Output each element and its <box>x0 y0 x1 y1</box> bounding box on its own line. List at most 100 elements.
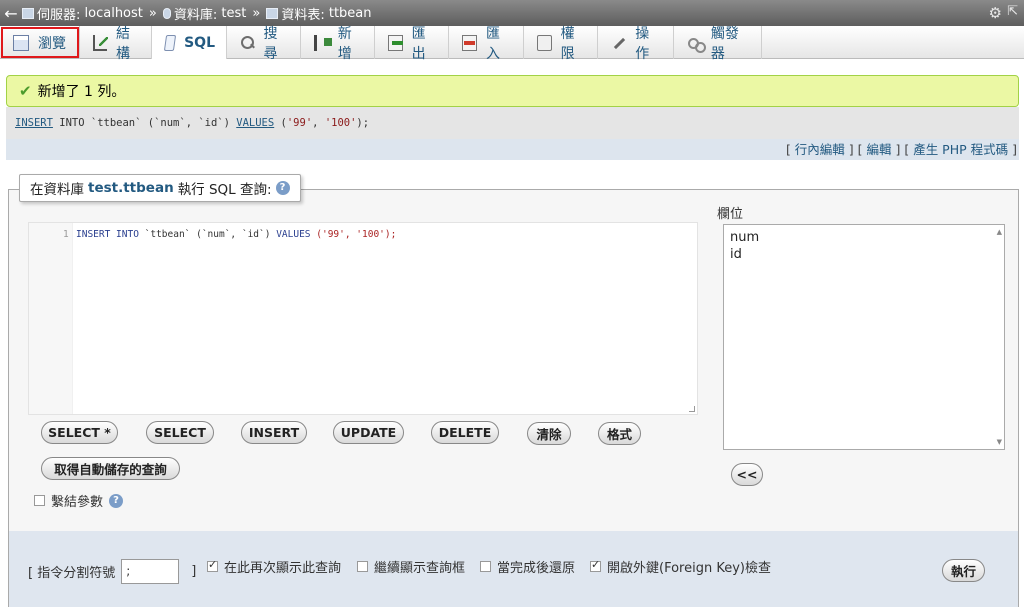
executed-query: INSERT INTO `ttbean` (`num`, `id`) VALUE… <box>6 107 1019 139</box>
bracket: ] <box>1008 142 1017 157</box>
delimiter-input[interactable]: ; <box>121 559 180 584</box>
editor-gutter <box>29 223 73 414</box>
breadcrumb-server[interactable]: 伺服器: localhost <box>22 4 143 23</box>
check-icon: ✔ <box>19 82 32 100</box>
get-autosaved-query-button[interactable]: 取得自動儲存的查詢 <box>41 457 180 480</box>
column-option[interactable]: id <box>730 246 998 263</box>
table-icon <box>266 7 279 19</box>
insert-button[interactable]: INSERT <box>241 421 307 444</box>
sql-query-legend: 在資料庫 test.ttbean 執行 SQL 查詢: ? <box>19 174 301 202</box>
rollback-label: 當完成後還原 <box>497 561 576 576</box>
bracket: [ <box>785 142 795 157</box>
breadcrumb-bar: ← 伺服器: localhost » 資料庫: test » 資料表: ttbe… <box>0 0 1024 26</box>
import-icon <box>462 34 477 51</box>
database-icon <box>162 7 171 19</box>
foreign-key-checks-checkbox[interactable] <box>590 558 601 572</box>
legend-table: test.ttbean <box>88 180 174 196</box>
foreign-key-checks-label: 開啟外鍵(Foreign Key)檢查 <box>607 561 771 576</box>
tab-insert-label: 新增 <box>337 25 352 62</box>
scroll-down-icon[interactable]: ▼ <box>997 438 1002 446</box>
go-button[interactable]: 執行 <box>942 559 985 582</box>
show-query-again-option[interactable]: 在此再次顯示此查詢 <box>207 557 341 576</box>
columns-list[interactable]: num id ▲ ▼ <box>723 224 1005 450</box>
success-message: 新增了 1 列。 <box>37 84 126 100</box>
delimiter-label: [ 指令分割符號 <box>28 566 116 581</box>
tab-sql-label: SQL <box>184 34 215 51</box>
delete-button[interactable]: DELETE <box>431 421 499 444</box>
breadcrumb-database-name: test <box>221 5 247 21</box>
rollback-option[interactable]: 當完成後還原 <box>480 557 575 576</box>
bracket: ] [ <box>844 142 867 157</box>
tab-search[interactable]: 搜尋 <box>227 26 301 62</box>
tab-operations-label: 操作 <box>635 25 650 62</box>
show-query-again-checkbox[interactable] <box>207 558 218 572</box>
sql-editor[interactable]: 1 INSERT INTO `ttbean` (`num`, `id`) VAL… <box>28 222 698 415</box>
resize-handle-icon[interactable] <box>689 406 695 412</box>
columns-label: 欄位 <box>717 207 744 222</box>
insert-column-button[interactable]: << <box>731 463 763 486</box>
rollback-checkbox[interactable] <box>480 561 491 572</box>
select-star-button[interactable]: SELECT * <box>41 421 118 444</box>
query-keyword-values[interactable]: VALUES <box>236 117 274 129</box>
collapse-icon[interactable]: ⇱ <box>1007 4 1018 19</box>
sql-icon <box>163 34 177 51</box>
back-arrow-icon[interactable]: ← <box>0 4 22 23</box>
tab-triggers[interactable]: 觸發器 <box>674 26 762 62</box>
tab-browse[interactable]: 瀏覽 <box>0 26 80 59</box>
clear-button[interactable]: 清除 <box>527 422 571 445</box>
breadcrumb-separator: » <box>252 5 261 21</box>
export-icon <box>388 34 403 51</box>
tab-structure[interactable]: 結構 <box>80 26 152 62</box>
code-table: `ttbean` (`num`, `id`) <box>138 229 277 240</box>
breadcrumb-server-name: localhost <box>84 5 143 21</box>
browse-icon <box>13 34 29 51</box>
code-keyword: INSERT INTO <box>76 229 139 240</box>
success-notice: ✔ 新增了 1 列。 <box>6 75 1019 107</box>
query-into: INTO `ttbean` (`num`, `id`) <box>52 117 237 129</box>
tab-import[interactable]: 匯入 <box>449 26 524 62</box>
query-keyword-insert[interactable]: INSERT <box>15 117 53 129</box>
query-value-1: '99' <box>286 117 313 129</box>
server-icon <box>22 7 34 19</box>
foreign-key-checks-option[interactable]: 開啟外鍵(Foreign Key)檢查 <box>590 557 771 576</box>
scroll-up-icon[interactable]: ▲ <box>997 228 1002 236</box>
tab-import-label: 匯入 <box>486 25 500 62</box>
breadcrumb-table-name: ttbean <box>328 5 372 21</box>
inline-edit-link[interactable]: 行內編輯 <box>795 142 845 157</box>
breadcrumb-table[interactable]: 資料表: ttbean <box>266 4 372 23</box>
help-icon[interactable]: ? <box>109 493 124 508</box>
retain-query-box-option[interactable]: 繼續顯示查詢框 <box>357 557 465 576</box>
query-value-2: '100' <box>324 117 357 129</box>
tab-export[interactable]: 匯出 <box>375 26 449 62</box>
tab-sql[interactable]: SQL <box>152 26 227 59</box>
breadcrumb-database[interactable]: 資料庫: test <box>162 4 247 23</box>
create-php-code-link[interactable]: 產生 PHP 程式碼 <box>913 142 1008 157</box>
bind-parameters-label: 繫結參數 <box>51 495 104 510</box>
help-icon[interactable]: ? <box>275 181 290 195</box>
privileges-icon <box>537 34 552 51</box>
sql-code[interactable]: INSERT INTO `ttbean` (`num`, `id`) VALUE… <box>76 229 396 240</box>
column-option[interactable]: num <box>730 229 998 246</box>
bind-parameters-checkbox[interactable] <box>34 495 45 506</box>
search-icon <box>240 35 255 51</box>
edit-link[interactable]: 編輯 <box>867 142 892 157</box>
select-button[interactable]: SELECT <box>146 421 214 444</box>
tab-privileges[interactable]: 權限 <box>524 26 598 62</box>
retain-query-box-checkbox[interactable] <box>357 561 368 572</box>
gear-icon[interactable]: ⚙ <box>989 4 1002 22</box>
format-button[interactable]: 格式 <box>598 422 641 445</box>
breadcrumb-server-label: 伺服器: <box>37 7 81 23</box>
breadcrumb-table-label: 資料表: <box>281 7 325 23</box>
query-close: ); <box>356 117 370 129</box>
bind-parameters-option[interactable]: 繫結參數 ? <box>34 491 124 510</box>
tab-operations[interactable]: 操作 <box>598 26 674 62</box>
tab-triggers-label: 觸發器 <box>710 25 739 62</box>
tab-export-label: 匯出 <box>411 25 426 62</box>
code-values: ('99', '100'); <box>310 229 397 240</box>
tab-privileges-label: 權限 <box>560 25 575 62</box>
insert-icon <box>314 34 332 51</box>
breadcrumb: 伺服器: localhost » 資料庫: test » 資料表: ttbean <box>22 4 372 23</box>
update-button[interactable]: UPDATE <box>333 421 404 444</box>
show-query-again-label: 在此再次顯示此查詢 <box>224 561 342 576</box>
tab-insert[interactable]: 新增 <box>301 26 375 62</box>
